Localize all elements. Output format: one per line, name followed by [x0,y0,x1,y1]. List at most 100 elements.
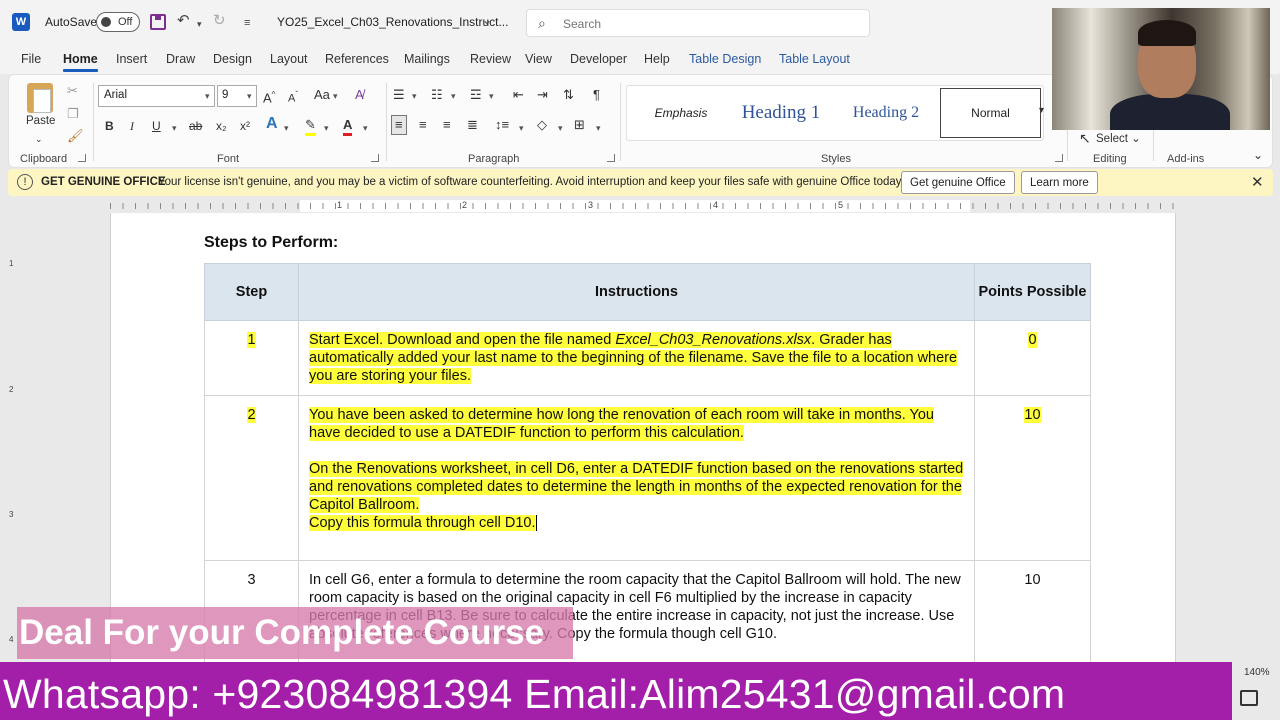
subscript-button[interactable]: x₂ [216,118,227,134]
decrease-indent-icon[interactable]: ⇤ [513,87,524,103]
tab-table-layout[interactable]: Table Layout [779,52,850,66]
multilevel-list-icon[interactable]: ☲ [470,87,482,103]
superscript-button[interactable]: x² [240,118,250,134]
chevron-down-icon[interactable]: ▾ [489,91,494,102]
document-title[interactable]: YO25_Excel_Ch03_Renovations_Instruct... [277,15,508,29]
tab-insert[interactable]: Insert [116,52,147,66]
tab-design[interactable]: Design [213,52,252,66]
points-cell[interactable]: 10 [974,560,1091,671]
style-heading-1[interactable]: Heading 1 [729,86,833,140]
chevron-down-icon[interactable]: ▾ [205,91,210,102]
chevron-down-icon[interactable]: ▾ [324,123,329,134]
learn-more-button[interactable]: Learn more [1021,171,1098,194]
tab-mailings[interactable]: Mailings [404,52,450,66]
search-box[interactable]: ⌕ [526,9,870,37]
header-step[interactable]: Step [204,263,299,321]
format-painter-icon[interactable]: 🖌 [67,128,84,144]
shading-icon[interactable]: ◇ [537,117,547,133]
tab-layout[interactable]: Layout [270,52,308,66]
strikethrough-button[interactable]: ab [189,118,202,134]
shrink-font-icon[interactable]: Aˇ [288,87,298,107]
tab-review[interactable]: Review [470,52,511,66]
align-left-icon[interactable]: ≡ [391,115,407,135]
bullets-icon[interactable]: ☰ [393,87,405,103]
tab-draw[interactable]: Draw [166,52,195,66]
search-input[interactable] [563,15,853,33]
grow-font-icon[interactable]: A^ [263,87,275,106]
styles-more-icon[interactable]: ▾ [1039,103,1044,119]
chevron-down-icon[interactable]: ▾ [519,123,524,134]
chevron-down-icon[interactable]: ▾ [412,91,417,102]
chevron-down-icon[interactable]: ▾ [284,123,289,134]
header-instructions[interactable]: Instructions [298,263,975,321]
vertical-ruler[interactable]: 1 2 3 4 [2,213,18,663]
chevron-down-icon[interactable]: ▾ [596,123,601,134]
save-icon[interactable] [150,14,166,30]
tab-view[interactable]: View [525,52,552,66]
line-spacing-icon[interactable]: ↕≡ [495,117,509,133]
numbering-icon[interactable]: ☷ [431,87,443,103]
autosave-toggle[interactable]: Off [96,12,140,32]
header-points[interactable]: Points Possible [974,263,1091,321]
ruler-number: 5 [838,200,844,210]
tab-help[interactable]: Help [644,52,670,66]
chevron-down-icon[interactable]: ▾ [247,91,252,102]
instruction-cell[interactable]: Start Excel. Download and open the file … [298,320,975,396]
chevron-down-icon[interactable]: ⌄ [482,13,492,27]
chevron-down-icon[interactable]: ▾ [558,123,563,134]
borders-icon[interactable]: ⊞ [574,117,585,133]
style-heading-2[interactable]: Heading 2 [837,86,935,140]
paragraph-launcher-icon[interactable] [607,154,615,162]
undo-dropdown-icon[interactable]: ▾ [197,15,202,33]
clear-formatting-icon[interactable]: A̸ [355,87,364,103]
notes-icon[interactable] [1240,690,1258,706]
style-emphasis[interactable]: Emphasis [637,86,725,140]
show-formatting-marks-button[interactable]: ¶ [593,87,600,103]
step-cell[interactable]: 1 [204,320,299,396]
tab-developer[interactable]: Developer [570,52,627,66]
increase-indent-icon[interactable]: ⇥ [537,87,548,103]
text-effects-icon[interactable]: A [266,116,278,132]
bold-button[interactable]: B [105,118,114,134]
tab-references[interactable]: References [325,52,389,66]
tab-table-design[interactable]: Table Design [689,52,761,66]
close-icon[interactable]: ✕ [1251,173,1264,191]
undo-icon[interactable]: ↶ [177,12,190,30]
clipboard-launcher-icon[interactable] [78,154,86,162]
chevron-down-icon[interactable]: ▾ [333,91,338,102]
chevron-down-icon[interactable]: ▾ [451,91,456,102]
step-cell[interactable]: 2 [204,395,299,561]
change-case-icon[interactable]: Aa [314,87,330,103]
paste-icon[interactable] [27,83,53,113]
copy-icon[interactable]: ❐ [67,106,79,122]
zoom-level[interactable]: 140% [1244,667,1270,678]
justify-icon[interactable]: ≣ [467,117,478,133]
tab-home[interactable]: Home [63,52,98,72]
collapse-ribbon-icon[interactable]: ⌄ [1253,147,1263,163]
font-launcher-icon[interactable] [371,154,379,162]
chevron-down-icon[interactable]: ▾ [363,123,368,134]
cut-icon[interactable]: ✂ [67,83,78,99]
sort-icon[interactable]: ⇅ [563,87,574,103]
tab-file[interactable]: File [21,52,41,66]
select-button[interactable]: Select ⌄ [1096,131,1141,145]
customize-toolbar-icon[interactable]: ≡ [244,14,250,32]
points-cell[interactable]: 10 [974,395,1091,561]
paste-button[interactable]: Paste [26,115,55,127]
license-message: Your license isn't genuine, and you may … [158,176,904,188]
style-normal[interactable]: Normal [940,88,1041,138]
align-center-icon[interactable]: ≡ [419,117,427,133]
get-genuine-office-button[interactable]: Get genuine Office [901,171,1015,194]
italic-button[interactable]: I [130,118,134,134]
highlight-color-icon[interactable]: ✎ [305,117,316,136]
underline-button[interactable]: U [152,118,161,134]
instruction-cell[interactable]: You have been asked to determine how lon… [298,395,975,561]
font-color-icon[interactable]: A [343,117,353,136]
redo-icon[interactable]: ↻ [213,12,226,30]
points-cell[interactable]: 0 [974,320,1091,396]
align-right-icon[interactable]: ≡ [443,117,451,133]
paste-dropdown-icon[interactable]: ⌄ [35,131,43,147]
chevron-down-icon[interactable]: ▾ [172,123,177,134]
styles-launcher-icon[interactable] [1055,154,1063,162]
font-name-select[interactable]: Arial [98,85,215,107]
